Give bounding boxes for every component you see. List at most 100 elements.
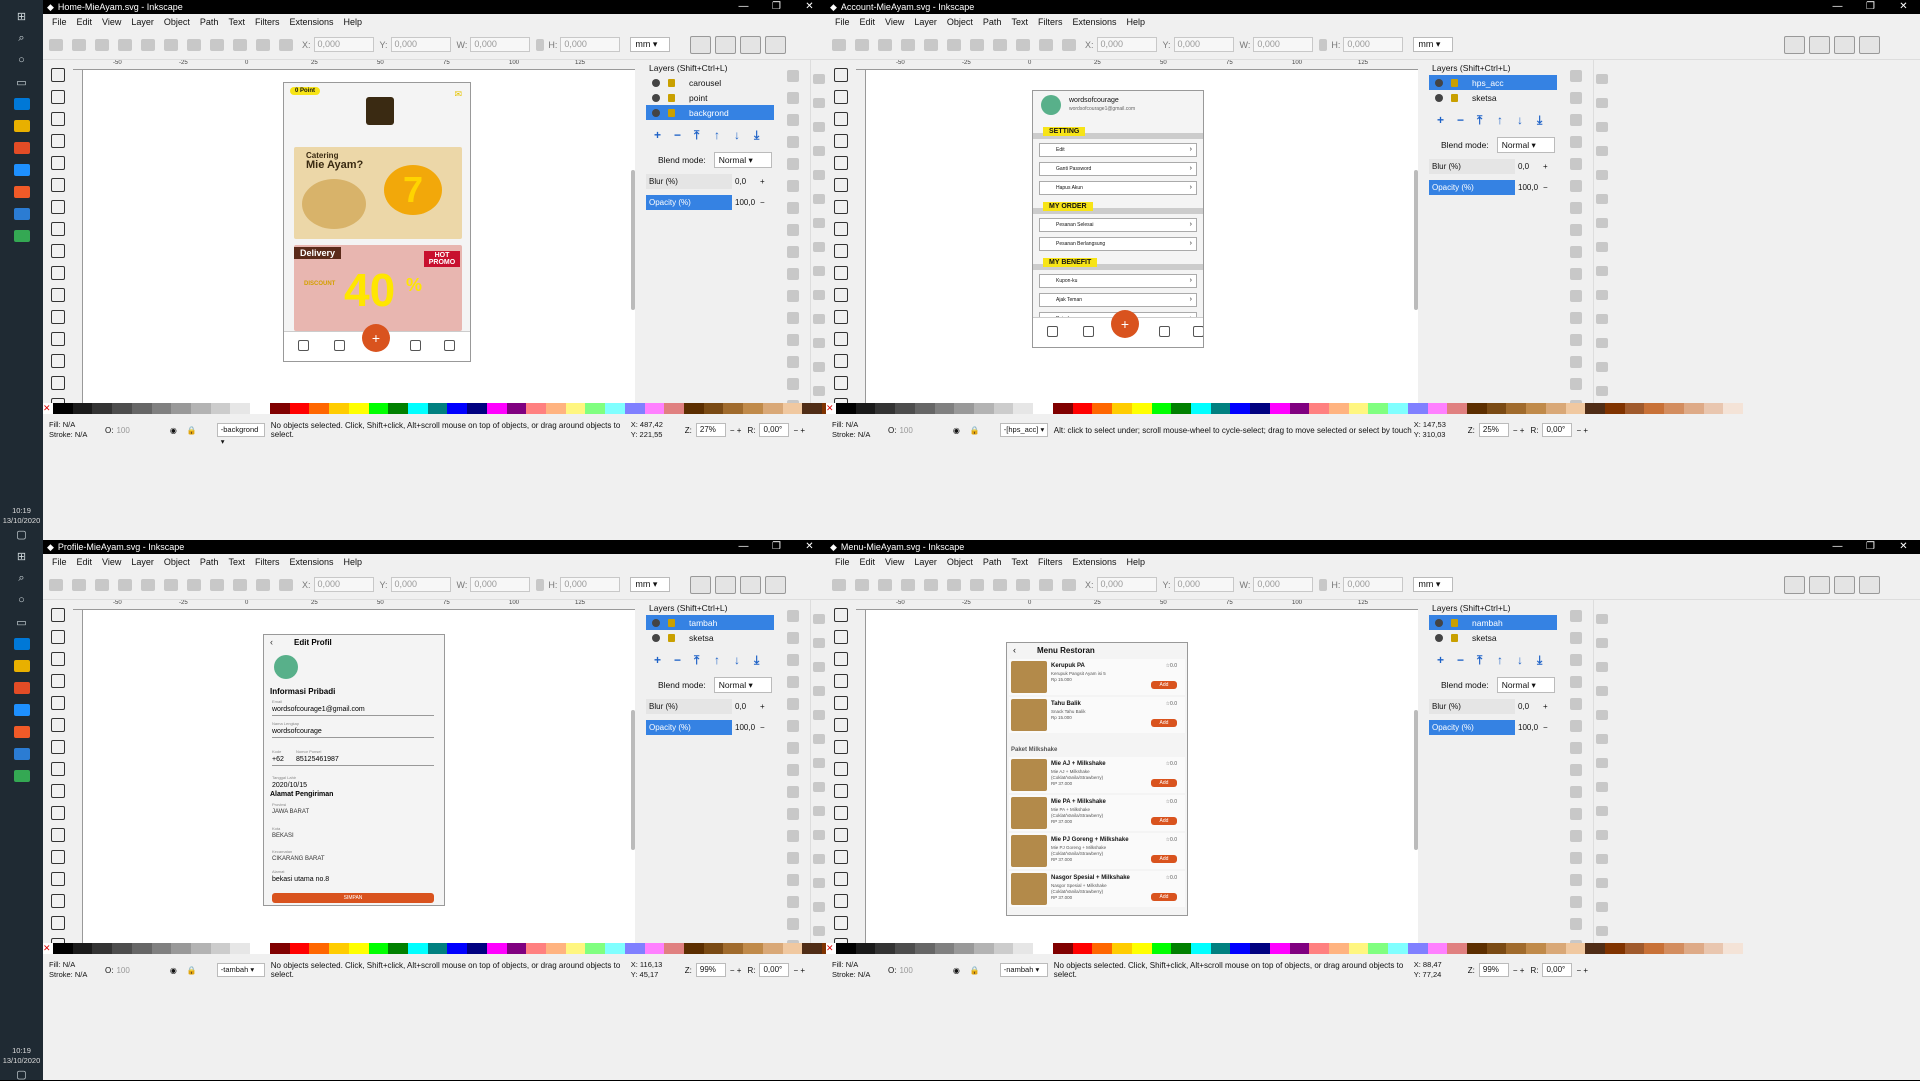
toolbar-action-icon[interactable]	[855, 38, 869, 51]
toolbar-action-icon[interactable]	[164, 38, 178, 51]
command-icon[interactable]	[1570, 334, 1582, 346]
command-icon[interactable]	[787, 720, 799, 732]
rotation-spin-icon[interactable]: − +	[1576, 966, 1588, 975]
3dbox-tool-icon[interactable]	[51, 740, 65, 754]
command-icon[interactable]	[1570, 312, 1582, 324]
snap-toggle-icon[interactable]	[1596, 242, 1608, 252]
close-button[interactable]: ✕	[793, 540, 826, 554]
color-swatch[interactable]	[585, 943, 606, 954]
layer-row[interactable]: point	[646, 90, 774, 105]
raise-top-icon[interactable]: ⤒	[694, 128, 714, 143]
toolbar-action-icon[interactable]	[878, 38, 892, 51]
layer-lock-icon[interactable]	[1451, 93, 1458, 102]
pinned-app-icon[interactable]	[13, 748, 30, 760]
color-swatch[interactable]	[506, 403, 527, 414]
dropper-tool-icon[interactable]	[834, 376, 848, 390]
color-swatch[interactable]	[289, 943, 310, 954]
text-tool-icon[interactable]	[834, 310, 848, 324]
rotation-field[interactable]: 0,00°	[759, 423, 790, 437]
pinned-app-icon[interactable]	[13, 98, 30, 110]
color-swatch[interactable]	[191, 403, 211, 414]
color-swatch[interactable]	[703, 403, 724, 414]
pinned-app-icon[interactable]	[13, 120, 30, 132]
command-icon[interactable]	[1570, 830, 1582, 842]
rect-tool-icon[interactable]	[834, 674, 848, 688]
color-swatch[interactable]	[112, 403, 132, 414]
pencil-tool-icon[interactable]	[834, 244, 848, 258]
snap-toggle-icon[interactable]	[813, 98, 825, 108]
toolbar-action-icon[interactable]	[233, 38, 247, 51]
raise-top-icon[interactable]: ⤒	[1477, 113, 1497, 128]
color-swatch[interactable]	[269, 403, 290, 414]
toolbar-action-icon[interactable]	[1039, 578, 1053, 591]
ellipse-tool-icon[interactable]	[834, 156, 848, 170]
menu-view[interactable]: View	[880, 17, 909, 27]
opacity-decrement-icon[interactable]: −	[760, 198, 765, 207]
snap-toggle-icon[interactable]	[813, 878, 825, 888]
color-swatch[interactable]	[1664, 403, 1684, 414]
color-swatch[interactable]	[855, 403, 876, 414]
color-swatch[interactable]	[644, 943, 665, 954]
gradient-tool-icon[interactable]	[834, 872, 848, 886]
color-swatch[interactable]	[954, 403, 975, 414]
color-swatch[interactable]	[743, 403, 763, 414]
color-swatch[interactable]	[1486, 943, 1507, 954]
eye-icon[interactable]: ◉	[953, 966, 960, 975]
current-layer-select[interactable]: -nambah ▾	[999, 963, 1048, 977]
pinned-app-icon[interactable]	[13, 186, 30, 198]
opacity-decrement-icon[interactable]: −	[1543, 723, 1548, 732]
color-swatch[interactable]	[1467, 403, 1487, 414]
snap-toggle-icon[interactable]	[813, 122, 825, 132]
command-icon[interactable]	[1570, 896, 1582, 908]
opacity-slider[interactable]: Opacity (%)	[646, 195, 732, 210]
blur-slider[interactable]: Blur (%)	[1429, 159, 1515, 174]
eye-icon[interactable]: ◉	[170, 966, 177, 975]
dropper-tool-icon[interactable]	[51, 376, 65, 390]
color-swatch[interactable]	[467, 403, 487, 414]
layer-lock-icon[interactable]	[668, 108, 675, 117]
command-icon[interactable]	[1570, 874, 1582, 886]
zoom-field[interactable]: 27%	[695, 423, 726, 437]
opacity-slider[interactable]: Opacity (%)	[1429, 720, 1515, 735]
gradient-tool-icon[interactable]	[51, 332, 65, 346]
toolbar-action-icon[interactable]	[141, 578, 155, 591]
command-icon[interactable]	[787, 698, 799, 710]
layer-lock-icon[interactable]	[1451, 633, 1458, 642]
menu-file[interactable]: File	[47, 17, 72, 27]
color-swatch[interactable]	[1447, 943, 1467, 954]
snap-toggle-icon[interactable]	[813, 170, 825, 180]
zoom-tool-icon[interactable]	[834, 112, 848, 126]
color-swatch[interactable]	[914, 943, 935, 954]
blur-value[interactable]: 0,0	[1515, 162, 1543, 171]
command-icon[interactable]	[1570, 786, 1582, 798]
notification-icon[interactable]: ▢	[14, 1068, 30, 1081]
color-swatch[interactable]	[348, 943, 369, 954]
node-tool-icon[interactable]	[51, 630, 65, 644]
menu-edit[interactable]: Edit	[855, 557, 881, 567]
transform-toggle-icon[interactable]	[765, 36, 786, 54]
pen-tool-icon[interactable]	[834, 266, 848, 280]
command-icon[interactable]	[787, 852, 799, 864]
calligraphy-tool-icon[interactable]	[834, 288, 848, 302]
color-swatch[interactable]	[1723, 403, 1744, 414]
color-swatch[interactable]	[329, 403, 349, 414]
layer-lock-icon[interactable]	[1451, 618, 1458, 627]
color-swatch[interactable]	[1269, 403, 1290, 414]
menu-layer[interactable]: Layer	[126, 557, 159, 567]
layer-visibility-icon[interactable]	[652, 93, 660, 102]
color-swatch[interactable]	[1131, 403, 1152, 414]
snap-toggle-icon[interactable]	[813, 218, 825, 228]
toolbar-action-icon[interactable]	[878, 578, 892, 591]
transform-toggle-icon[interactable]	[715, 576, 736, 594]
menu-object[interactable]: Object	[942, 557, 978, 567]
transform-toggle-icon[interactable]	[1809, 576, 1830, 594]
menu-edit[interactable]: Edit	[72, 557, 98, 567]
color-swatch[interactable]	[1624, 943, 1645, 954]
snap-toggle-icon[interactable]	[1596, 926, 1608, 936]
color-swatch[interactable]	[565, 403, 586, 414]
color-swatch[interactable]	[1644, 403, 1665, 414]
lock-icon[interactable]: 🔒	[970, 966, 980, 975]
color-swatch[interactable]	[1072, 403, 1093, 414]
command-icon[interactable]	[787, 676, 799, 688]
color-swatch[interactable]	[191, 943, 211, 954]
